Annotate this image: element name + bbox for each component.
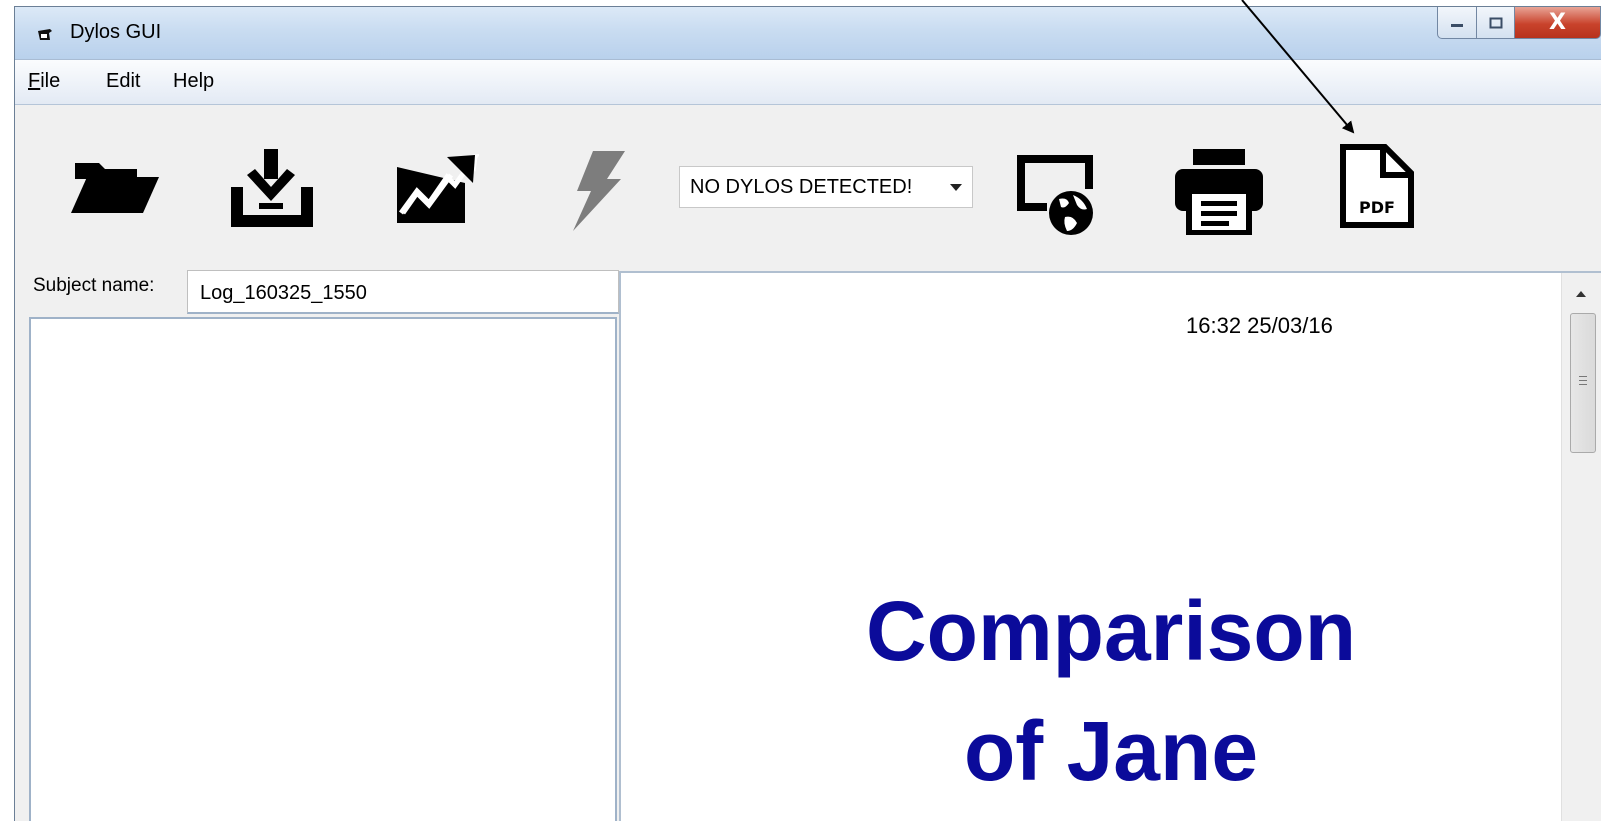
toolbar: NO DYLOS DETECTED! PDF xyxy=(15,105,1601,269)
pdf-icon[interactable]: PDF xyxy=(1339,143,1415,229)
window-title: Dylos GUI xyxy=(70,21,162,43)
close-button[interactable]: X xyxy=(1515,7,1601,39)
open-folder-icon[interactable] xyxy=(69,155,161,217)
menu-help[interactable]: Help xyxy=(173,70,214,93)
app-window: Dylos GUI X File Edit Help NO DYLOS DETE… xyxy=(14,6,1601,821)
subject-name-input[interactable]: Log_160325_1550 xyxy=(187,270,619,314)
menu-bar: File Edit Help xyxy=(15,59,1601,105)
web-globe-icon[interactable] xyxy=(1015,153,1099,237)
menu-file[interactable]: File xyxy=(28,70,60,93)
minimize-button[interactable] xyxy=(1437,7,1477,39)
printer-icon[interactable] xyxy=(1173,145,1265,235)
caption-buttons: X xyxy=(1437,7,1601,41)
title-bar[interactable]: Dylos GUI X xyxy=(15,7,1601,59)
report-preview[interactable]: 16:32 25/03/16 Comparison of Jane xyxy=(619,271,1601,821)
device-select[interactable]: NO DYLOS DETECTED! xyxy=(679,166,973,208)
close-icon: X xyxy=(1549,10,1566,35)
scrollbar-thumb[interactable] xyxy=(1570,313,1596,453)
maximize-icon xyxy=(1489,17,1502,28)
grip-line xyxy=(1579,376,1587,377)
minimize-icon xyxy=(1451,23,1463,27)
download-icon[interactable] xyxy=(229,147,315,229)
maximize-button[interactable] xyxy=(1477,7,1515,39)
log-list[interactable] xyxy=(29,317,617,821)
scroll-up-icon[interactable] xyxy=(1576,291,1586,297)
report-title-line2: of Jane xyxy=(963,704,1259,798)
subject-name-label: Subject name: xyxy=(33,275,155,296)
lightning-icon[interactable] xyxy=(569,149,627,233)
report-timestamp: 16:32 25/03/16 xyxy=(1186,313,1333,338)
report-title-line1: Comparison xyxy=(865,584,1357,678)
app-icon xyxy=(38,29,52,40)
chart-trend-icon[interactable] xyxy=(395,153,479,225)
grip-line xyxy=(1579,384,1587,385)
report-title: Comparison of Jane xyxy=(681,571,1541,811)
chevron-down-icon[interactable] xyxy=(950,184,962,191)
grip-line xyxy=(1579,380,1587,381)
pdf-label: PDF xyxy=(1359,198,1395,217)
vertical-scrollbar[interactable] xyxy=(1561,273,1601,821)
menu-edit[interactable]: Edit xyxy=(106,70,140,93)
device-select-value: NO DYLOS DETECTED! xyxy=(690,176,913,198)
